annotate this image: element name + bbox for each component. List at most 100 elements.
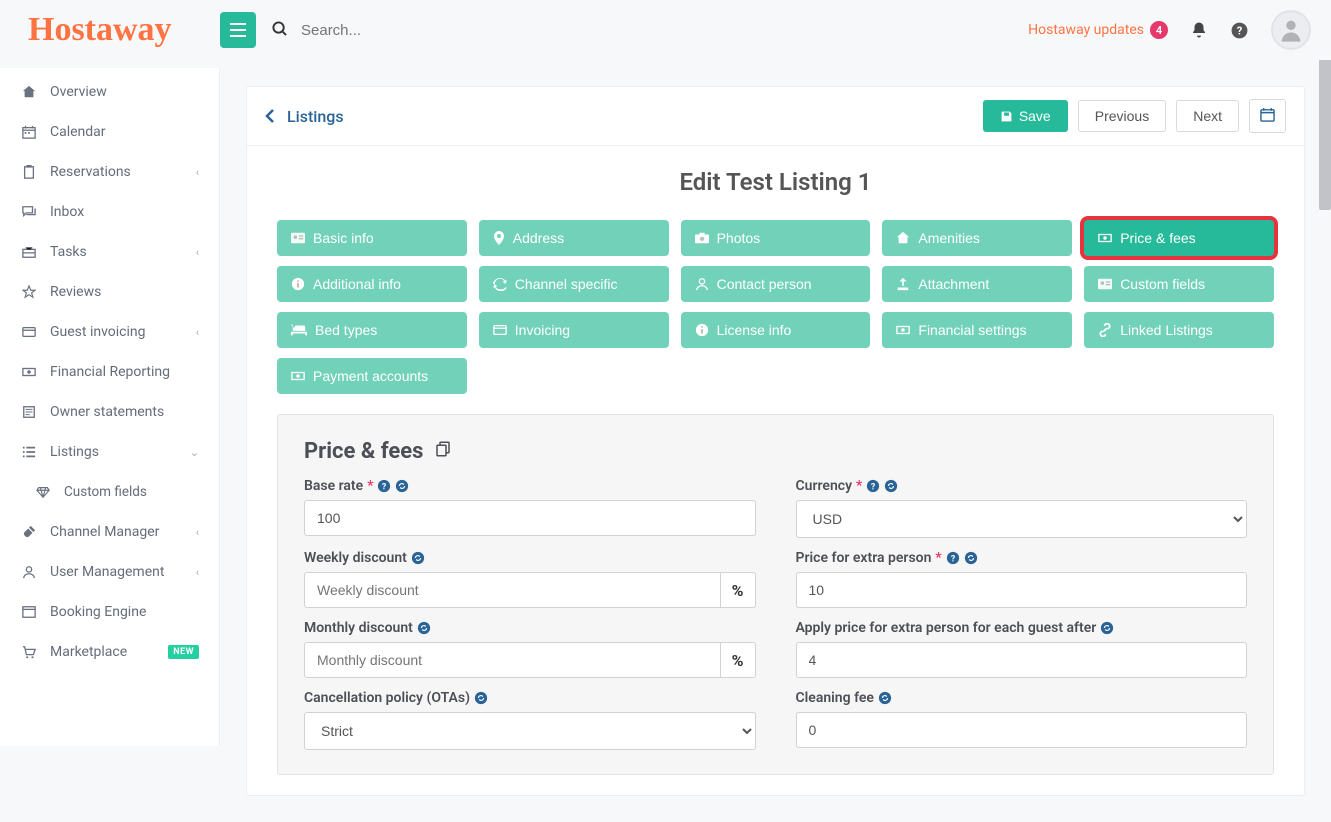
- page-title: Edit Test Listing 1: [247, 146, 1304, 220]
- apply-extra-after-input[interactable]: [796, 642, 1248, 678]
- sidebar-item-label: Overview: [50, 84, 107, 100]
- sidebar-item-custom-fields[interactable]: Custom fields: [0, 472, 219, 512]
- field-base-rate: Base rate * ?: [304, 478, 756, 538]
- sidebar-item-user-management[interactable]: User Management‹: [0, 552, 219, 592]
- field-price-extra-person: Price for extra person * ?: [796, 550, 1248, 608]
- sidebar-item-financial-reporting[interactable]: Financial Reporting: [0, 352, 219, 392]
- plug-icon: [22, 525, 40, 539]
- help-icon[interactable]: ?: [1230, 21, 1249, 40]
- cleaning-fee-input[interactable]: [796, 712, 1248, 748]
- sync-icon[interactable]: [884, 479, 898, 493]
- sidebar-item-calendar[interactable]: Calendar: [0, 112, 219, 152]
- next-button[interactable]: Next: [1176, 100, 1239, 132]
- sync-icon[interactable]: [964, 551, 978, 565]
- tab-financial-settings[interactable]: Financial settings: [882, 312, 1072, 348]
- svg-text:?: ?: [382, 483, 387, 493]
- copy-icon[interactable]: [434, 439, 452, 464]
- search-input[interactable]: [291, 16, 591, 45]
- sync-icon: [493, 277, 507, 291]
- sidebar-item-owner-statements[interactable]: Owner statements: [0, 392, 219, 432]
- clipboard-icon: [22, 165, 40, 179]
- bell-icon[interactable]: [1190, 21, 1208, 39]
- tabs-wrap: Basic info Address Photos Amenities Price & …: [247, 220, 1304, 414]
- sync-icon[interactable]: [474, 691, 488, 705]
- tab-label: Amenities: [918, 230, 979, 246]
- sidebar-item-listings[interactable]: Listings⌄: [0, 432, 219, 472]
- money-icon: [1098, 231, 1112, 245]
- tab-address[interactable]: Address: [479, 220, 669, 256]
- updates-link[interactable]: Hostaway updates 4: [1028, 21, 1168, 39]
- money-icon: [896, 323, 910, 337]
- panel-actions: Save Previous Next: [983, 99, 1286, 133]
- back-link[interactable]: Listings: [265, 107, 344, 126]
- sidebar-item-booking-engine[interactable]: Booking Engine: [0, 592, 219, 632]
- tab-channel-specific[interactable]: Channel specific: [479, 266, 669, 302]
- chevron-down-icon: ⌄: [190, 446, 199, 459]
- sidebar-item-overview[interactable]: Overview: [0, 72, 219, 112]
- base-rate-input[interactable]: [304, 500, 756, 536]
- updates-text: Hostaway updates: [1028, 22, 1144, 38]
- sidebar-item-label: Custom fields: [64, 484, 147, 500]
- info-icon: [291, 277, 305, 291]
- tab-contact-person[interactable]: Contact person: [681, 266, 871, 302]
- price-extra-person-input[interactable]: [796, 572, 1248, 608]
- tab-label: Channel specific: [515, 276, 618, 292]
- currency-select[interactable]: USD: [796, 500, 1248, 538]
- tab-label: Photos: [717, 230, 761, 246]
- sync-icon[interactable]: [878, 691, 892, 705]
- tab-photos[interactable]: Photos: [681, 220, 871, 256]
- camera-icon: [695, 232, 709, 244]
- calendar-button[interactable]: [1249, 99, 1286, 133]
- sidebar-item-label: Marketplace: [50, 644, 127, 660]
- question-icon[interactable]: ?: [377, 479, 391, 493]
- sync-icon[interactable]: [411, 551, 425, 565]
- menu-toggle-button[interactable]: [220, 12, 256, 48]
- tab-custom-fields[interactable]: Custom fields: [1084, 266, 1274, 302]
- window-icon: [22, 605, 40, 619]
- sidebar-item-inbox[interactable]: Inbox: [0, 192, 219, 232]
- tab-amenities[interactable]: Amenities: [882, 220, 1072, 256]
- tab-label: Financial settings: [918, 322, 1026, 338]
- save-button[interactable]: Save: [983, 100, 1068, 132]
- pin-icon: [493, 231, 505, 245]
- cancellation-select[interactable]: Strict: [304, 712, 756, 750]
- tab-payment-accounts[interactable]: Payment accounts: [277, 358, 467, 394]
- weekly-discount-input[interactable]: [304, 572, 721, 608]
- monthly-discount-input[interactable]: [304, 642, 721, 678]
- tab-price-fees[interactable]: Price & fees: [1084, 220, 1274, 256]
- id-icon: [291, 232, 305, 244]
- tab-label: Payment accounts: [313, 368, 428, 384]
- tab-additional-info[interactable]: Additional info: [277, 266, 467, 302]
- sidebar-item-marketplace[interactable]: MarketplaceNEW: [0, 632, 219, 672]
- sidebar-item-guest-invoicing[interactable]: Guest invoicing‹: [0, 312, 219, 352]
- label-price-extra-person: Price for extra person * ?: [796, 550, 1248, 566]
- chevron-left-icon: ‹: [196, 246, 199, 259]
- label-weekly-discount: Weekly discount: [304, 550, 756, 566]
- tab-license-info[interactable]: License info: [681, 312, 871, 348]
- tab-bed-types[interactable]: Bed types: [277, 312, 467, 348]
- question-icon[interactable]: ?: [866, 479, 880, 493]
- sync-icon[interactable]: [417, 621, 431, 635]
- sidebar-item-label: Inbox: [50, 204, 84, 220]
- avatar[interactable]: [1271, 10, 1311, 50]
- tab-label: Additional info: [313, 276, 401, 292]
- svg-text:?: ?: [951, 555, 956, 565]
- tab-invoicing[interactable]: Invoicing: [479, 312, 669, 348]
- logo[interactable]: Hostaway: [0, 0, 220, 60]
- previous-button[interactable]: Previous: [1078, 100, 1166, 132]
- tab-linked-listings[interactable]: Linked Listings: [1084, 312, 1274, 348]
- sidebar-item-label: Owner statements: [50, 404, 164, 420]
- bed-icon: [291, 324, 307, 336]
- tab-attachment[interactable]: Attachment: [882, 266, 1072, 302]
- tab-basic-info[interactable]: Basic info: [277, 220, 467, 256]
- sidebar-item-label: Guest invoicing: [50, 324, 145, 340]
- sidebar-item-reservations[interactable]: Reservations‹: [0, 152, 219, 192]
- sidebar-item-tasks[interactable]: Tasks‹: [0, 232, 219, 272]
- sync-icon[interactable]: [395, 479, 409, 493]
- question-icon[interactable]: ?: [946, 551, 960, 565]
- label-monthly-discount: Monthly discount: [304, 620, 756, 636]
- sidebar-item-channel-manager[interactable]: Channel Manager‹: [0, 512, 219, 552]
- sidebar-item-reviews[interactable]: Reviews: [0, 272, 219, 312]
- sync-icon[interactable]: [1100, 621, 1114, 635]
- user-icon: [695, 277, 709, 291]
